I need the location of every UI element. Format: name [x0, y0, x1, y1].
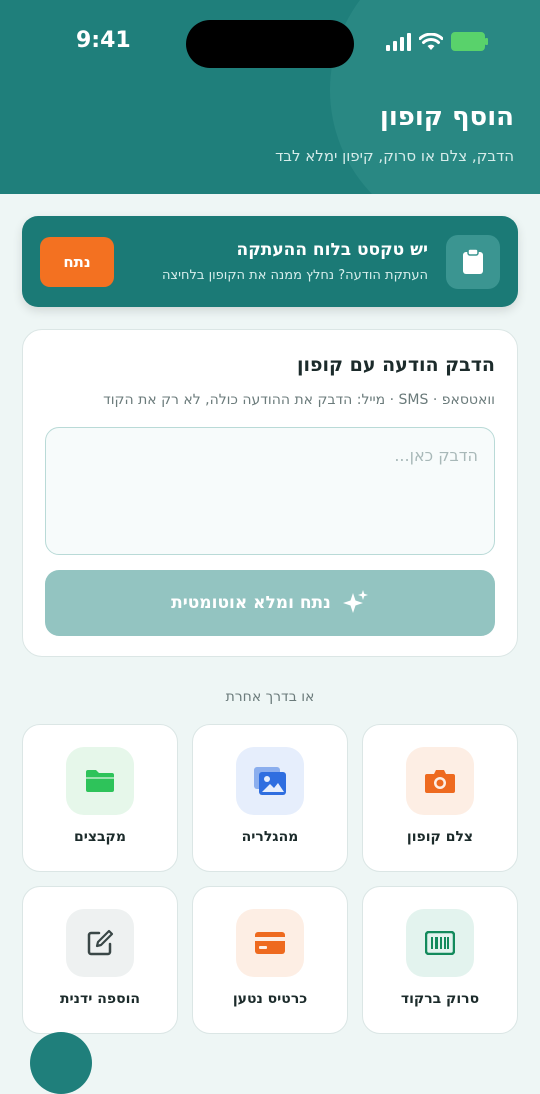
edit-icon — [66, 909, 134, 977]
clipboard-parse-button[interactable]: נתח — [40, 237, 114, 287]
clipboard-subtitle: העתקת הודעה? נחלץ ממנה את הקופון בלחיצה — [161, 268, 428, 283]
dynamic-island — [186, 20, 354, 68]
wifi-icon — [419, 32, 443, 50]
auto-fill-button[interactable]: נתח ומלא אוטומטית — [45, 570, 495, 636]
card-icon — [236, 909, 304, 977]
option-camera[interactable]: צלם קופון — [362, 724, 518, 872]
option-gallery[interactable]: מהגלריה — [192, 724, 348, 872]
gallery-icon — [236, 747, 304, 815]
clipboard-icon — [446, 235, 500, 289]
clipboard-banner: יש טקסט בלוח ההעתקה העתקת הודעה? נחלץ ממ… — [22, 216, 518, 307]
status-time: 9:41 — [76, 28, 131, 53]
status-icons — [386, 32, 488, 51]
paste-textarea[interactable]: הדבק כאן... — [45, 427, 495, 555]
paste-card: הדבק הודעה עם קופון וואטסאפ · SMS · מייל… — [22, 329, 518, 657]
battery-icon — [451, 32, 488, 51]
paste-card-title: הדבק הודעה עם קופון — [296, 354, 495, 376]
option-label: מהגלריה — [241, 829, 299, 845]
auto-fill-label: נתח ומלא אוטומטית — [171, 593, 331, 613]
page-title: הוסף קופון — [379, 102, 514, 132]
clipboard-title: יש טקסט בלוח ההעתקה — [236, 240, 428, 260]
paste-card-subtitle: וואטסאפ · SMS · מייל: הדבק את ההודעה כול… — [103, 392, 495, 408]
option-files[interactable]: מקבצים — [22, 724, 178, 872]
option-label: צלם קופון — [406, 829, 474, 845]
header: 9:41 הוסף קופון הדבק, צלם או סרוק, קיפון… — [0, 0, 540, 194]
folder-icon — [66, 747, 134, 815]
signal-icon — [386, 32, 411, 51]
floating-action-button[interactable] — [30, 1032, 92, 1094]
camera-icon — [406, 747, 474, 815]
option-label: הוספה ידנית — [59, 991, 141, 1007]
option-barcode[interactable]: סרוק ברקוד — [362, 886, 518, 1034]
option-label: מקבצים — [74, 829, 126, 845]
option-gift-card[interactable]: כרטיס נטען — [192, 886, 348, 1034]
sparkle-icon — [342, 590, 368, 613]
barcode-icon — [406, 909, 474, 977]
option-manual[interactable]: הוספה ידנית — [22, 886, 178, 1034]
option-label: סרוק ברקוד — [400, 991, 480, 1007]
option-label: כרטיס נטען — [232, 991, 308, 1007]
paste-placeholder: הדבק כאן... — [394, 446, 478, 465]
or-divider-label: או בדרך אחרת — [225, 689, 315, 705]
page-subtitle: הדבק, צלם או סרוק, קיפון ימלא לבד — [275, 147, 514, 165]
